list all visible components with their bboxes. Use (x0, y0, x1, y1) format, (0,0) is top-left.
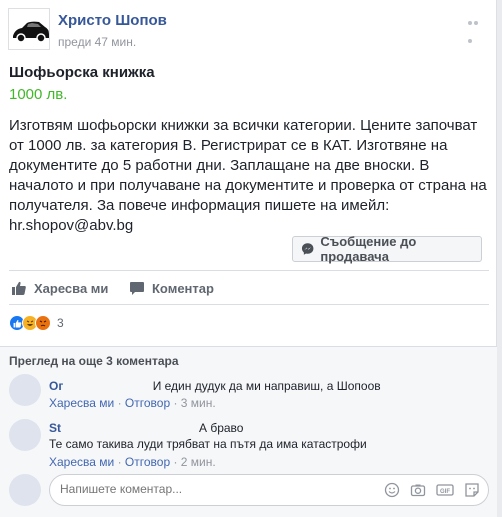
comment-input[interactable] (60, 482, 360, 496)
commenter-name[interactable]: St (49, 421, 61, 435)
comment-like-link[interactable]: Харесва ми (49, 455, 114, 469)
like-label: Харесва ми (34, 280, 109, 296)
svg-text:GIF: GIF (440, 489, 450, 495)
view-more-comments-link[interactable]: Преглед на още 3 коментара (9, 354, 179, 368)
comment-button[interactable]: Коментар (129, 280, 214, 296)
comment-meta: Харесва ми · Отговор · 2 мин. (49, 455, 216, 469)
composer-icons: GIF (374, 482, 480, 498)
marketplace-post-card: Христо Шопов преди 47 мин. Шофьорска кни… (0, 0, 497, 517)
car-logo-icon (9, 9, 49, 49)
comment-text-first-line: А браво (199, 421, 244, 435)
comment: St А браво Те само такива луди трябват н… (49, 420, 367, 452)
reactions-summary[interactable]: 3 (9, 314, 64, 332)
like-button[interactable]: Харесва ми (11, 280, 108, 296)
page-scroll-gutter (497, 0, 502, 517)
more-options-icon[interactable] (468, 12, 484, 43)
comment: Ог И един дудук да ми направиш, а Шопоов (49, 378, 381, 394)
current-user-avatar (9, 474, 41, 506)
comment-time[interactable]: 2 мин. (181, 455, 216, 469)
listing-price: 1000 лв. (9, 86, 68, 103)
listing-title: Шофьорска книжка (9, 64, 155, 81)
divider (9, 270, 489, 271)
post-header: Христо Шопов преди 47 мин. (8, 8, 488, 50)
comment-input-box[interactable]: GIF (49, 474, 489, 506)
author-name[interactable]: Христо Шопов (58, 12, 167, 29)
comment-icon (130, 282, 144, 295)
messenger-icon (301, 243, 314, 255)
comment-text: И един дудук да ми направиш, а Шопоов (152, 379, 381, 393)
thumbs-up-icon (12, 281, 26, 295)
message-seller-label: Съобщение до продавача (320, 234, 417, 264)
divider (9, 304, 489, 305)
comment-time[interactable]: 3 мин. (181, 396, 216, 410)
angry-reaction-icon (35, 315, 51, 331)
post-timestamp[interactable]: преди 47 мин. (58, 35, 136, 49)
comment-text: Те само такива луди трябват на пътя да и… (49, 437, 367, 451)
commenter-avatar[interactable] (9, 419, 41, 451)
reactions-count: 3 (57, 316, 64, 330)
camera-icon[interactable] (410, 482, 426, 498)
message-seller-button[interactable]: Съобщение до продавача (292, 234, 482, 264)
comment-reply-link[interactable]: Отговор (125, 396, 170, 410)
comment-composer: GIF (9, 474, 489, 506)
gif-icon[interactable]: GIF (436, 482, 454, 498)
author-avatar[interactable] (8, 8, 50, 50)
emoji-icon[interactable] (384, 482, 400, 498)
commenter-avatar[interactable] (9, 374, 41, 406)
comment-reply-link[interactable]: Отговор (125, 455, 170, 469)
listing-description: Изготвям шофьорски книжки за всички кате… (9, 117, 487, 234)
comment-like-link[interactable]: Харесва ми (49, 396, 114, 410)
comment-label: Коментар (152, 280, 214, 296)
comment-meta: Харесва ми · Отговор · 3 мин. (49, 396, 216, 410)
comments-section: Преглед на още 3 коментара Ог И един дуд… (0, 346, 497, 517)
commenter-name[interactable]: Ог (49, 379, 63, 393)
sticker-icon[interactable] (464, 482, 480, 498)
post-actions: Харесва ми Коментар (9, 276, 489, 300)
